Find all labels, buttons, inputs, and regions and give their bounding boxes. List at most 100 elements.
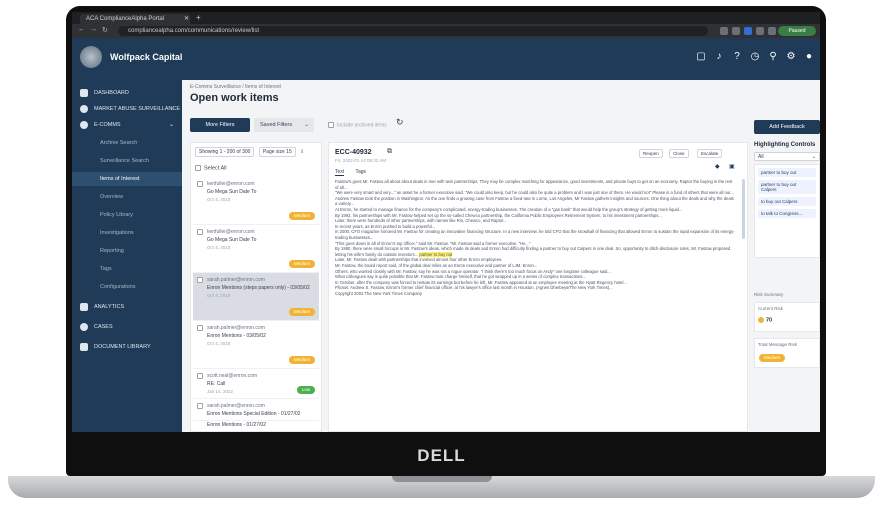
- sidebar-sub-configurations[interactable]: Configurations: [72, 280, 182, 294]
- highlight-term[interactable]: partner to buy out: [758, 168, 816, 177]
- print-icon[interactable]: ▣: [729, 163, 735, 170]
- include-archived-toggle[interactable]: Include archived items: [328, 122, 387, 128]
- right-panel: Add Feedback Highlighting Controls All ⌄…: [754, 120, 820, 432]
- clock-icon[interactable]: ◷: [748, 50, 762, 64]
- checkbox[interactable]: [195, 165, 201, 171]
- sidebar-item-market-abuse[interactable]: MARKET ABUSE SURVEILLANCE ›: [72, 102, 182, 116]
- current-risk-label: Current Risk: [758, 306, 784, 311]
- browser-tabbar: ACA ComplianceAlpha Portal ✕ +: [72, 12, 820, 24]
- message-body: Fastow's goes Mr. Fastow all about about…: [335, 179, 735, 429]
- list-item[interactable]: sarah.palmer@enron.com Enron Mentions (s…: [193, 273, 319, 321]
- checkbox[interactable]: [328, 122, 334, 128]
- new-tab-icon[interactable]: +: [196, 13, 201, 22]
- sidebar-sub-tags[interactable]: Tags: [72, 262, 182, 276]
- tab-tags[interactable]: Tags: [355, 169, 366, 175]
- refresh-icon[interactable]: ↻: [396, 117, 404, 128]
- item-subject: Enron Mentions - 01/27/02: [207, 422, 266, 428]
- checkbox[interactable]: [197, 181, 203, 187]
- highlighting-select[interactable]: All ⌄: [754, 152, 820, 161]
- highlight-term[interactable]: to talk to Congress...: [758, 209, 816, 218]
- risk-badge: Medium: [288, 308, 315, 316]
- list-item[interactable]: sarah.palmer@enron.com Enron Mentions - …: [193, 321, 319, 369]
- copy-icon[interactable]: ⧉: [387, 148, 392, 156]
- sidebar-sub-investigations[interactable]: Investigations: [72, 226, 182, 240]
- profile-button[interactable]: Paused: [778, 26, 816, 36]
- list-item[interactable]: Enron Mentions - 01/27/02: [193, 421, 319, 431]
- add-feedback-button[interactable]: Add Feedback: [754, 120, 820, 134]
- download-icon[interactable]: ⇩: [300, 149, 304, 155]
- checkbox[interactable]: [197, 373, 203, 379]
- laptop-frame: DELL ACA ComplianceAlpha Portal ✕ + ← → …: [0, 0, 883, 518]
- sidebar-item-document-library[interactable]: DOCUMENT LIBRARY: [72, 340, 182, 354]
- reload-icon[interactable]: ↻: [102, 26, 108, 34]
- scrollbar[interactable]: [742, 179, 745, 239]
- sidebar-item-ecomms[interactable]: E-COMMS ⌄: [72, 118, 182, 132]
- sidebar-sub-overview[interactable]: Overview: [72, 190, 182, 204]
- highlight-term[interactable]: to buy out Calpers: [758, 197, 816, 206]
- risk-badge: Medium: [288, 260, 315, 268]
- chat-icon[interactable]: ▢: [694, 50, 708, 64]
- sidebar-sub-items-of-interest[interactable]: Items of Interest: [72, 172, 182, 186]
- checkbox[interactable]: [197, 403, 203, 409]
- select-all[interactable]: Select All: [195, 165, 227, 171]
- sidebar-sub-policy-library[interactable]: Policy Library: [72, 208, 182, 222]
- list-item[interactable]: scott.neal@enron.com RE: Call Jan 14, 20…: [193, 369, 319, 399]
- list-item[interactable]: kenfuller@enron.com Go Mega Sun Date To …: [193, 177, 319, 225]
- checkbox[interactable]: [197, 325, 203, 331]
- checkbox[interactable]: [197, 229, 203, 235]
- item-subject: Enron Mentions (steps papers only) - 03/…: [207, 285, 310, 291]
- reopen-button[interactable]: Reopen: [639, 149, 663, 158]
- sidebar-sub-reporting[interactable]: Reporting: [72, 244, 182, 258]
- sidebar-sub-surveillance-search[interactable]: Surveillance Search: [72, 154, 182, 168]
- item-date: Jan 14, 2022: [207, 389, 234, 394]
- tag-icon[interactable]: ◆: [715, 163, 720, 170]
- location-icon[interactable]: ⚲: [766, 50, 780, 64]
- tab-text[interactable]: Text: [335, 169, 345, 176]
- page-size-select[interactable]: Page size 15: [258, 147, 296, 157]
- main-content: E-Comms Surveillance / Items of Interest…: [182, 80, 820, 432]
- help-icon[interactable]: ?: [730, 50, 744, 64]
- forward-icon[interactable]: →: [90, 26, 97, 33]
- checkbox[interactable]: [197, 277, 203, 283]
- user-icon[interactable]: ●: [802, 50, 816, 64]
- sidebar-sub-archive-search[interactable]: Archive Search: [72, 136, 182, 150]
- item-sender: scott.neal@enron.com: [207, 373, 258, 379]
- item-subject: Enron Mentions - 03/05/02: [207, 333, 266, 339]
- extension-icon[interactable]: [720, 27, 728, 35]
- sidebar-item-analytics[interactable]: ANALYTICS: [72, 300, 182, 314]
- sidebar-item-cases[interactable]: CASES: [72, 320, 182, 334]
- risk-badge: Medium: [288, 212, 315, 220]
- close-icon[interactable]: ✕: [184, 14, 189, 24]
- item-sender: sarah.palmer@enron.com: [207, 277, 265, 283]
- highlight-terms: partner to buy out partner to buy out Ca…: [754, 164, 820, 258]
- total-message-risk-box: Total Message Risk Medium: [754, 338, 820, 368]
- highlight-term[interactable]: partner to buy out Calpers: [758, 180, 816, 194]
- item-date: Oct 4, 2018: [207, 341, 231, 346]
- extension-icon[interactable]: [732, 27, 740, 35]
- saved-filters-dropdown[interactable]: Saved Filters ⌄: [254, 118, 314, 132]
- sidebar-item-dashboard[interactable]: DASHBOARD: [72, 86, 182, 100]
- browser-tab[interactable]: ACA ComplianceAlpha Portal ✕: [80, 14, 190, 24]
- extension-icon[interactable]: [768, 27, 776, 35]
- sidebar-item-label: MARKET ABUSE SURVEILLANCE: [94, 106, 180, 112]
- extension-icon[interactable]: [756, 27, 764, 35]
- total-message-risk-label: Total Message Risk: [758, 342, 798, 347]
- settings-icon[interactable]: ⚙: [784, 50, 798, 64]
- item-timestamp: Fri, 2022-01-14 09:32 AM: [335, 158, 387, 163]
- highlighting-select-value: All: [758, 154, 764, 160]
- list-item[interactable]: kenfuller@enron.com Go Mega Sun Date To …: [193, 225, 319, 273]
- more-filters-button[interactable]: More Filters: [190, 118, 250, 132]
- address-bar[interactable]: compliancealpha.com/communications/revie…: [118, 26, 708, 36]
- current-risk-value: 70: [758, 317, 772, 323]
- sidebar: DASHBOARD MARKET ABUSE SURVEILLANCE › E-…: [72, 80, 182, 432]
- risk-summary-label: Risk Summary: [754, 292, 784, 297]
- extension-icon[interactable]: [744, 27, 752, 35]
- escalate-button[interactable]: Escalate: [697, 149, 723, 158]
- bell-icon[interactable]: ♪: [712, 50, 726, 64]
- body-paragraph: Copyright 2002 The New York Times Compan…: [335, 290, 422, 296]
- item-subject: Enron Mentions Special Edition - 01/27/0…: [207, 411, 301, 417]
- body-paragraph: At Enron, he started to manage finance f…: [335, 206, 683, 212]
- list-item[interactable]: sarah.palmer@enron.com Enron Mentions Sp…: [193, 399, 319, 421]
- back-icon[interactable]: ←: [78, 26, 85, 33]
- close-button[interactable]: Close: [669, 149, 689, 158]
